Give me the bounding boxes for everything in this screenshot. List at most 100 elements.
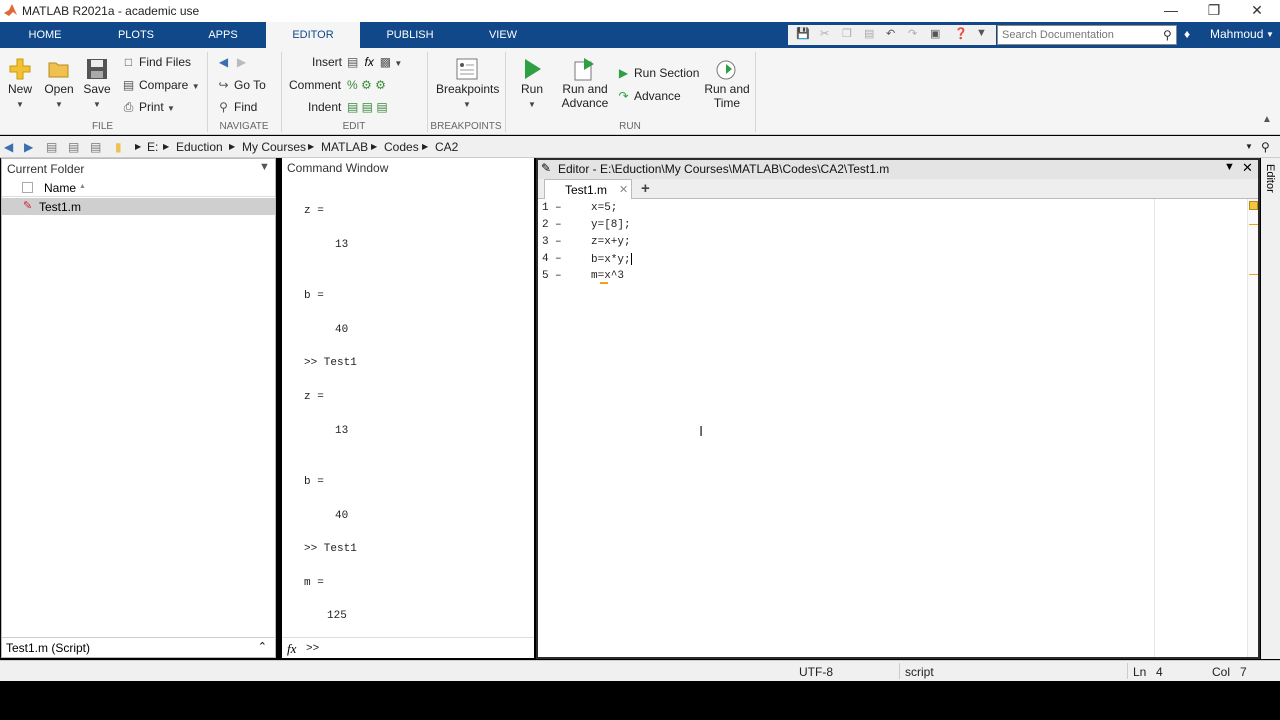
breadcrumb-ca2[interactable]: CA2 [435,140,458,154]
restore-icon[interactable]: ❐ [1204,2,1224,19]
run-and-advance-button[interactable]: Run and Advance [560,56,610,110]
quick-access-toolbar: 💾 ✂ ❐ ▤ ↶ ↷ ▣ ❓ ▼ [788,25,996,45]
breakpoint-markers[interactable]: – – – – – [555,202,565,287]
search-icon[interactable]: ⚲ [1163,28,1172,42]
panel-actions-icon[interactable]: ▼ [259,161,270,173]
percent-icon[interactable]: % [347,78,358,92]
save-icon[interactable]: 💾 [796,27,810,40]
chevron-right-icon: ▶ [308,142,315,151]
run-and-time-button[interactable]: Run and Time [702,56,752,110]
chevron-down-icon[interactable]: ▼ [1266,30,1274,39]
find-files-button[interactable]: □ Find Files [121,55,191,69]
editor-actions-icon[interactable]: ▼ [1224,161,1235,173]
comment-tools[interactable]: % ⚙ ⚙ [347,78,386,92]
breakpoints-label: Breakpoints [436,82,500,96]
warning-marker[interactable] [1249,274,1258,275]
breakpoint-dash[interactable]: – [555,236,565,253]
warning-indicator[interactable] [1249,201,1258,210]
address-dropdown-icon[interactable]: ▼ [1245,142,1253,151]
find-button[interactable]: ⚲ Find [216,100,257,114]
arrow-right-icon[interactable]: ▶ [234,55,249,69]
go-to-button[interactable]: ↪ Go To [216,78,265,92]
tab-view[interactable]: VIEW [460,22,546,48]
breakpoint-dash[interactable]: – [555,253,565,270]
run-button[interactable]: Run ▼ [514,56,550,112]
collapse-toolstrip-icon[interactable]: ▲ [1262,114,1272,125]
comment-button[interactable]: Comment [289,78,341,92]
details-bar[interactable]: Test1.m (Script) ⌃ [2,637,275,657]
breakpoints-button[interactable]: Breakpoints ▼ [436,56,500,112]
save-label: Save [83,82,111,96]
output-line: z = [304,391,324,403]
tab-publish[interactable]: PUBLISH [360,22,460,48]
chevron-up-icon[interactable]: ⌃ [258,640,267,653]
breadcrumb-my-courses[interactable]: My Courses [242,140,306,154]
cut-icon[interactable]: ✂ [820,27,829,40]
separator [755,52,756,132]
column-header[interactable]: Name ▲ [2,179,275,197]
file-row[interactable]: ✎ Test1.m [2,198,275,215]
insert-function-icon[interactable]: ▩ [380,55,391,69]
indent-button[interactable]: Indent [308,100,341,114]
help-icon[interactable]: ❓ [954,27,968,40]
breakpoint-dash[interactable]: – [555,270,565,287]
forward-icon[interactable]: ▶ [24,140,33,154]
notification-bell-icon[interactable]: ♦ [1184,27,1190,41]
close-icon[interactable]: ✕ [1247,2,1267,19]
redo-icon[interactable]: ↷ [908,27,917,40]
editor-close-icon[interactable]: ✕ [1242,160,1253,176]
code-area[interactable]: x=5; y=[8]; z=x+y; b=x*y; m=x^3 [591,202,1151,287]
print-button[interactable]: ⎙ Print ▼ [121,100,175,115]
tab-apps[interactable]: APPS [182,22,264,48]
editor-side-strip[interactable]: Editor [1261,158,1280,659]
breakpoint-dash[interactable]: – [555,202,565,219]
run-section-button[interactable]: ▶ Run Section [616,66,700,80]
message-bar[interactable] [1247,199,1258,657]
breadcrumb-matlab[interactable]: MATLAB [321,140,368,154]
back-forward-buttons[interactable]: ◀ ▶ [216,55,252,69]
breadcrumb-eduction[interactable]: Eduction [176,140,223,154]
up-folder-icon[interactable]: ▤ [46,140,57,154]
search-folder-icon[interactable]: ⚲ [1261,140,1270,154]
tab-home[interactable]: HOME [0,22,90,48]
user-menu[interactable]: Mahmoud [1210,27,1263,41]
tab-editor[interactable]: EDITOR [266,22,360,48]
find-files-icon: □ [124,55,133,69]
run-and-advance-icon [574,58,594,81]
breadcrumb-codes[interactable]: Codes [384,140,419,154]
insert-section-icon[interactable]: ▤ [347,55,358,69]
warning-marker[interactable] [1249,224,1258,225]
breakpoints-group-label: BREAKPOINTS [430,121,502,132]
fx-icon[interactable]: fx [362,55,377,69]
tab-plots[interactable]: PLOTS [90,22,182,48]
copy-icon[interactable]: ❐ [842,27,852,40]
tab-close-icon[interactable]: ✕ [619,183,628,196]
open-button[interactable]: Open ▼ [42,56,76,112]
breadcrumb-drive[interactable]: E: [147,140,158,154]
insert-button[interactable]: Insert [312,55,342,69]
search-input[interactable]: Search Documentation [997,25,1177,45]
save-button[interactable]: Save ▼ [80,56,114,112]
editor-tab-test1[interactable]: Test1.m ✕ [544,179,632,199]
ribbon-tab-strip: HOME PLOTS APPS EDITOR PUBLISH VIEW 💾 ✂ … [0,22,1280,48]
indent-icon[interactable]: ▤ [347,100,358,114]
minimize-icon[interactable]: — [1161,2,1181,18]
new-folder-icon[interactable]: ▤ [90,140,101,154]
switch-windows-icon[interactable]: ▣ [930,27,940,40]
arrow-left-icon[interactable]: ◀ [216,55,231,69]
paste-icon[interactable]: ▤ [864,27,874,40]
browse-icon[interactable]: ▤ [68,140,79,154]
back-icon[interactable]: ◀ [4,140,13,154]
compare-button[interactable]: ▤ Compare ▼ [121,78,200,92]
undo-icon[interactable]: ↶ [886,27,895,40]
fx-icon[interactable]: fx [287,641,296,657]
breakpoint-dash[interactable]: – [555,219,565,236]
new-button[interactable]: New ▼ [4,56,36,112]
insert-tools[interactable]: ▤ fx ▩ ▼ [347,55,402,69]
command-window[interactable]: Command Window z = 13 b = 40 >> Test1 z … [282,158,534,658]
indent-tools[interactable]: ▤ ▤ ▤ [347,100,388,114]
new-tab-icon[interactable]: + [641,180,650,197]
command-prompt-row[interactable]: fx >> [282,637,534,658]
advance-button[interactable]: ↷ Advance [616,89,680,103]
options-icon[interactable]: ▼ [976,27,987,39]
